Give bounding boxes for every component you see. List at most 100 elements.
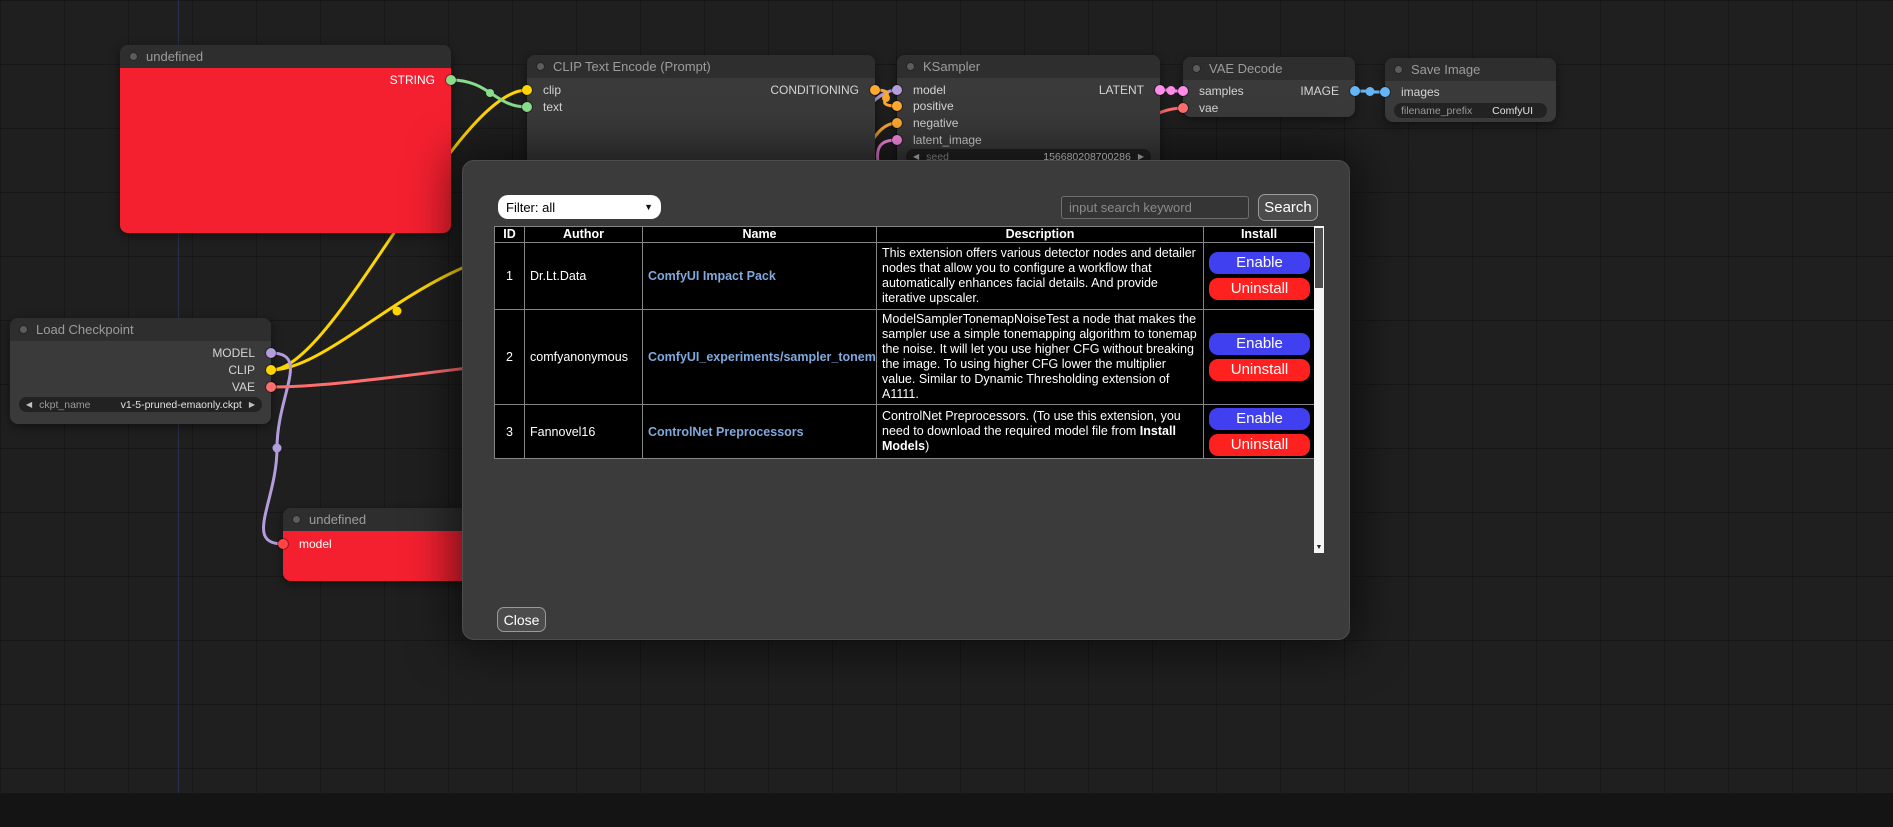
search-input[interactable] [1061,196,1249,219]
node-ksampler[interactable]: KSampler model positive negative latent_… [897,55,1160,175]
latent-slot-dot[interactable] [1155,85,1165,95]
positive-slot-dot[interactable] [892,101,902,111]
col-header-author: Author [525,227,643,243]
ckpt-name-widget[interactable]: ◀ ckpt_name v1-5-pruned-emaonly.ckpt ▶ [19,397,262,412]
link-midpoint-model [273,444,282,453]
uninstall-button[interactable]: Uninstall [1209,434,1310,456]
extension-link[interactable]: ControlNet Preprocessors [648,425,804,439]
cell-author: Dr.Lt.Data [525,243,643,310]
uninstall-button[interactable]: Uninstall [1209,359,1310,381]
collapse-icon[interactable] [906,62,915,71]
link-midpoint-string [486,89,494,97]
extension-link[interactable]: ComfyUI_experiments/sampler_tonemap [648,350,877,364]
collapse-icon[interactable] [1192,64,1201,73]
collapse-icon[interactable] [536,62,545,71]
node-title: undefined [146,49,203,64]
vae-slot-dot[interactable] [1178,103,1188,113]
output-slot-latent: LATENT [897,82,1160,98]
enable-button[interactable]: Enable [1209,408,1310,430]
cell-install: Enable Uninstall [1204,310,1315,405]
table-row: 3 Fannovel16 ControlNet Preprocessors Co… [495,405,1315,459]
cell-name: ComfyUI Impact Pack [643,243,877,310]
col-header-name: Name [643,227,877,243]
output-slot-conditioning: CONDITIONING [527,82,875,98]
collapse-icon[interactable] [19,325,28,334]
filter-dropdown-wrap: Filter: all ▼ [498,195,661,219]
col-header-id: ID [495,227,525,243]
link-midpoint-image [1366,87,1375,96]
extension-link[interactable]: ComfyUI Impact Pack [648,269,776,283]
node-header[interactable]: KSampler [897,55,1160,78]
input-slot-positive: positive [897,98,1160,114]
node-header[interactable]: Save Image [1385,58,1556,81]
table-header-row: ID Author Name Description Install [495,227,1315,243]
error-node-body [120,68,451,233]
input-slot-images: images [1385,84,1556,100]
filename-prefix-widget[interactable]: filename_prefix ComfyUI [1394,103,1547,118]
scroll-down-icon[interactable]: ▼ [1314,543,1324,553]
node-title: Load Checkpoint [36,322,134,337]
prev-option-icon[interactable]: ◀ [26,400,32,409]
collapse-icon[interactable] [292,515,301,524]
vae-slot-dot[interactable] [266,382,276,392]
cell-install: Enable Uninstall [1204,243,1315,310]
node-load-checkpoint[interactable]: Load Checkpoint MODEL CLIP VAE ◀ ckpt_na… [10,318,271,424]
output-slot-image: IMAGE [1183,83,1355,99]
cell-id: 2 [495,310,525,405]
cell-description: ControlNet Preprocessors. (To use this e… [877,405,1204,459]
output-slot-clip: CLIP [10,362,271,378]
image-slot-dot[interactable] [1350,86,1360,96]
node-title: CLIP Text Encode (Prompt) [553,59,711,74]
node-title: KSampler [923,59,980,74]
node-title: undefined [309,512,366,527]
output-slot-vae: VAE [10,379,271,395]
node-vae-decode[interactable]: VAE Decode samples vae IMAGE [1183,57,1355,117]
cell-name: ComfyUI_experiments/sampler_tonemap [643,310,877,405]
next-option-icon[interactable]: ▶ [249,400,255,409]
extension-table: ID Author Name Description Install 1 Dr.… [494,226,1315,459]
conditioning-slot-dot[interactable] [870,85,880,95]
node-title: Save Image [1411,62,1480,77]
extension-table-wrap: ID Author Name Description Install 1 Dr.… [494,226,1324,553]
node-header[interactable]: VAE Decode [1183,57,1355,80]
input-slot-text: text [527,99,875,115]
scrollbar-thumb[interactable] [1315,228,1323,288]
cell-id: 3 [495,405,525,459]
search-button[interactable]: Search [1258,194,1318,221]
canvas-bottom-edge [0,793,1893,827]
model-slot-dot[interactable] [266,348,276,358]
negative-slot-dot[interactable] [892,118,902,128]
node-header[interactable]: undefined [120,45,451,68]
table-scrollbar[interactable]: ▼ [1314,226,1324,553]
table-row: 1 Dr.Lt.Data ComfyUI Impact Pack This ex… [495,243,1315,310]
node-header[interactable]: Load Checkpoint [10,318,271,341]
input-slot-latent-image: latent_image [897,132,1160,148]
model-slot-dot[interactable] [278,539,288,549]
input-slot-vae: vae [1183,100,1355,116]
filter-select[interactable]: Filter: all [498,195,661,219]
cell-install: Enable Uninstall [1204,405,1315,459]
collapse-icon[interactable] [1394,65,1403,74]
col-header-description: Description [877,227,1204,243]
node-save-image[interactable]: Save Image images filename_prefix ComfyU… [1385,58,1556,122]
col-header-install: Install [1204,227,1315,243]
collapse-icon[interactable] [129,52,138,61]
node-title: VAE Decode [1209,61,1282,76]
output-slot-string: STRING [120,72,451,88]
table-row: 2 comfyanonymous ComfyUI_experiments/sam… [495,310,1315,405]
output-slot-model: MODEL [10,345,271,361]
string-slot-dot[interactable] [446,75,456,85]
enable-button[interactable]: Enable [1209,252,1310,274]
enable-button[interactable]: Enable [1209,333,1310,355]
latent-image-slot-dot[interactable] [892,135,902,145]
uninstall-button[interactable]: Uninstall [1209,278,1310,300]
node-header[interactable]: CLIP Text Encode (Prompt) [527,55,875,78]
graph-canvas[interactable]: undefined STRING CLIP Text Encode (Promp… [0,0,1893,827]
link-midpoint-conditioning [882,94,890,102]
images-slot-dot[interactable] [1380,87,1390,97]
node-undefined-top[interactable]: undefined STRING [120,45,451,233]
clip-slot-dot[interactable] [266,365,276,375]
close-button[interactable]: Close [497,607,546,632]
text-slot-dot[interactable] [522,102,532,112]
link-midpoint-latent [1167,86,1176,95]
